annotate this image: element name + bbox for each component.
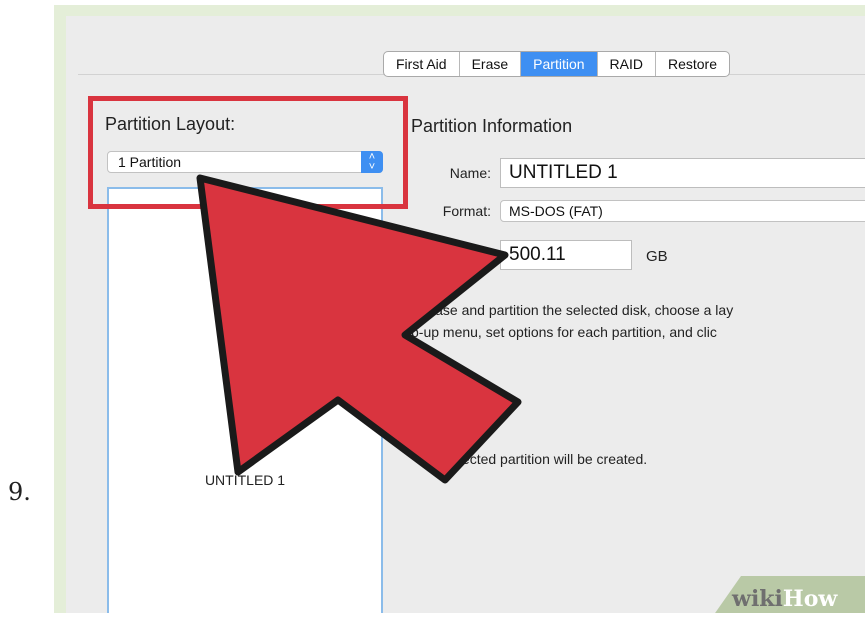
tab-restore[interactable]: Restore: [656, 52, 729, 76]
name-label: Name:: [449, 165, 491, 181]
partition-map[interactable]: UNTITLED 1: [107, 187, 383, 613]
highlight-box: [88, 96, 408, 209]
tab-raid[interactable]: RAID: [598, 52, 656, 76]
format-label: Format:: [442, 203, 491, 219]
tab-partition[interactable]: Partition: [521, 52, 598, 76]
disk-utility-window: First Aid Erase Partition RAID Restore P…: [66, 16, 865, 613]
size-unit: GB: [646, 248, 668, 265]
format-select[interactable]: MS-DOS (FAT): [500, 200, 865, 222]
tab-bar: First Aid Erase Partition RAID Restore: [383, 51, 730, 77]
tab-first-aid[interactable]: First Aid: [384, 52, 460, 76]
partition-map-label: UNTITLED 1: [204, 472, 286, 488]
watermark-part-2: How: [782, 586, 838, 612]
tab-erase[interactable]: Erase: [460, 52, 522, 76]
partition-info-title: Partition Information: [411, 116, 573, 136]
wikihow-watermark: wikiHow: [732, 586, 837, 612]
step-number: 9.: [8, 478, 31, 506]
status-text: The selected partition will be created.: [416, 451, 648, 467]
instructions-line-1: o erase and partition the selected disk,…: [411, 302, 734, 318]
name-field[interactable]: UNTITLED 1: [500, 158, 865, 188]
size-field[interactable]: 500.11: [500, 240, 632, 270]
instructions-text: o erase and partition the selected disk,…: [411, 299, 865, 343]
instructions-line-2: p-up menu, set options for each partitio…: [411, 324, 717, 340]
watermark-part-1: wiki: [732, 586, 783, 612]
